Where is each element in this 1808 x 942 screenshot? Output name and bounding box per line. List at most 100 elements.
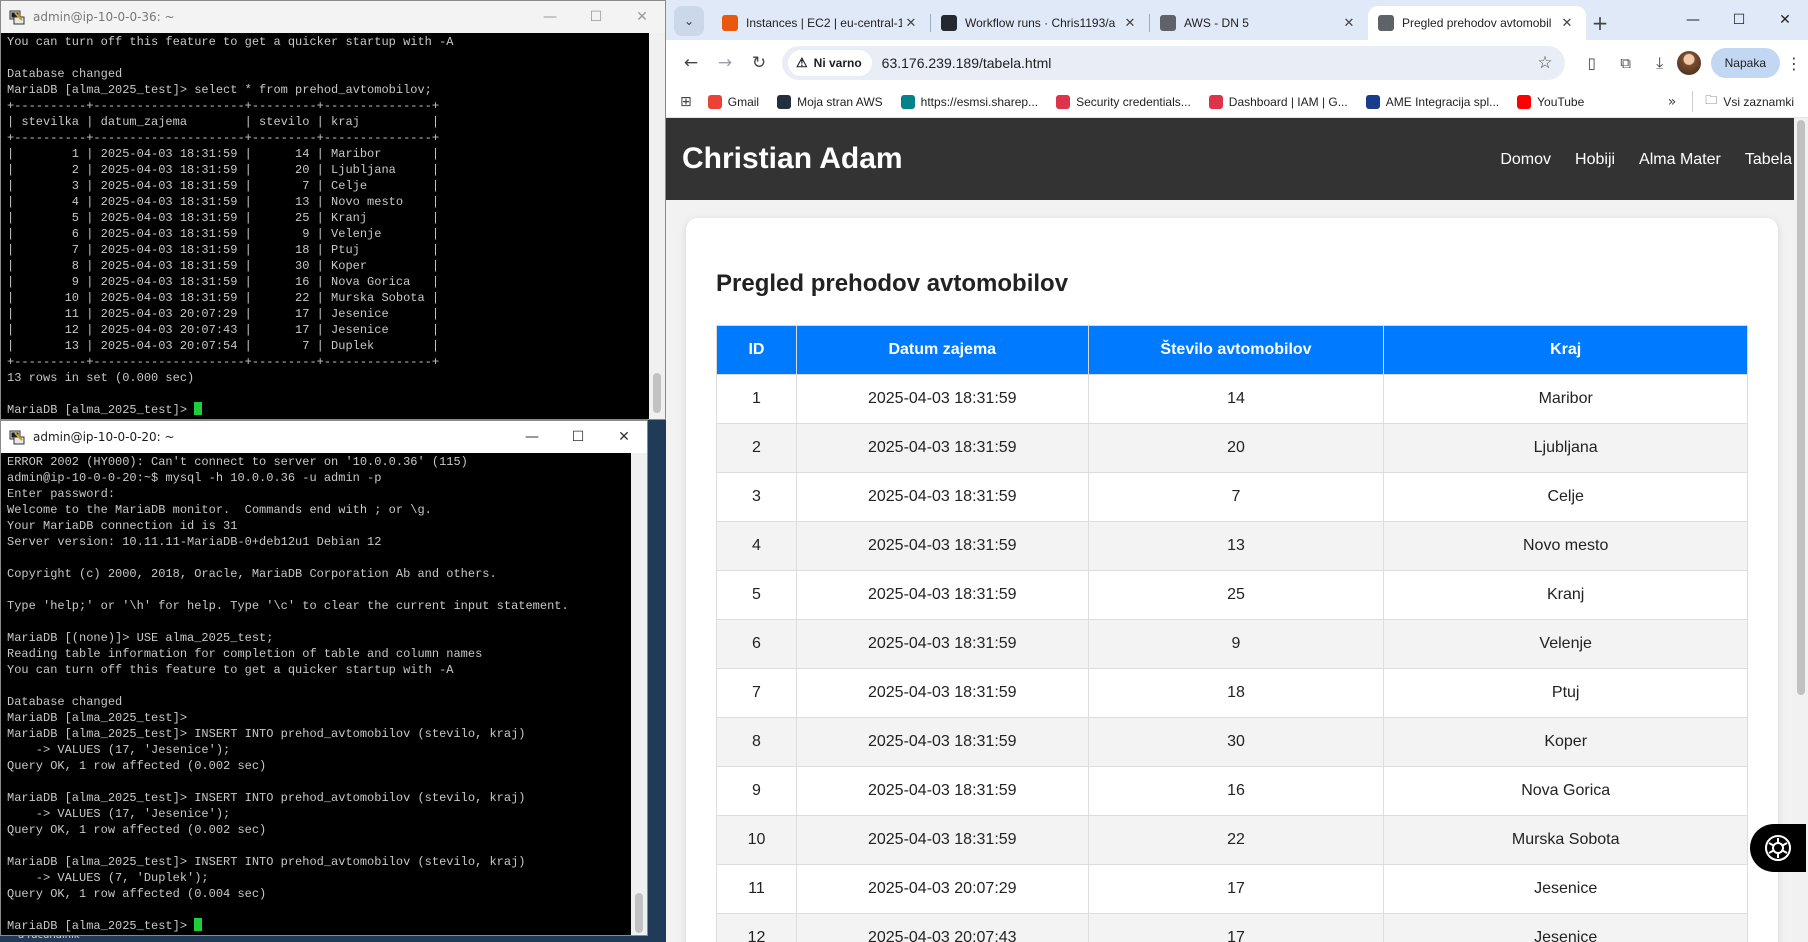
table-row: 11 2025-04-03 20:07:29 17 Jesenice bbox=[716, 864, 1748, 914]
table-cell: Jesenice bbox=[1383, 864, 1748, 914]
nav-link-hobiji[interactable]: Hobiji bbox=[1575, 151, 1615, 168]
table-cell: Maribor bbox=[1383, 374, 1748, 424]
terminal-scrollbar[interactable] bbox=[649, 33, 665, 419]
nav-link-alma-mater[interactable]: Alma Mater bbox=[1639, 151, 1721, 168]
putty-window-top[interactable]: admin@ip-10-0-0-36: ~ — ☐ ✕ You can turn… bbox=[0, 0, 666, 420]
menu-icon[interactable]: ⋮ bbox=[1786, 54, 1802, 73]
tab-close-icon[interactable]: ✕ bbox=[1558, 15, 1576, 31]
address-bar[interactable]: ⚠ Ni varno 63.176.239.189/tabela.html ☆ bbox=[782, 46, 1565, 80]
browser-tab[interactable]: Workflow runs · Chris1193/a ✕ bbox=[931, 6, 1149, 40]
bookmark-item[interactable]: Gmail bbox=[707, 94, 760, 109]
putty-window-bottom[interactable]: admin@ip-10-0-0-20: ~ — ☐ ✕ ERROR 2002 (… bbox=[0, 420, 648, 936]
extensions-icon[interactable]: ⧉ bbox=[1609, 46, 1643, 80]
bookmark-item[interactable]: Security credentials... bbox=[1056, 94, 1191, 109]
site-header: Christian Adam Domov Hobiji Alma Mater Tabe… bbox=[666, 118, 1808, 200]
close-button[interactable]: ✕ bbox=[601, 421, 647, 453]
tab-label: AWS - DN 5 bbox=[1184, 16, 1249, 30]
terminal-text: ERROR 2002 (HY000): Can't connect to ser… bbox=[7, 455, 569, 933]
bookmark-label: Dashboard | IAM | G... bbox=[1228, 94, 1348, 109]
site-title: Christian Adam bbox=[682, 142, 903, 175]
table-cell: 2025-04-03 18:31:59 bbox=[795, 619, 1089, 669]
browser-tab[interactable]: AWS - DN 5 ✕ bbox=[1150, 6, 1368, 40]
bookmark-item[interactable]: YouTube bbox=[1517, 94, 1584, 109]
tab-label: Pregled prehodov avtomobil bbox=[1402, 16, 1552, 30]
close-button[interactable]: ✕ bbox=[1762, 0, 1808, 40]
bookmark-item[interactable]: Moja stran AWS bbox=[777, 94, 883, 109]
browser-tab[interactable]: Pregled prehodov avtomobil ✕ bbox=[1368, 6, 1586, 40]
bookmark-star-icon[interactable]: ☆ bbox=[1537, 53, 1552, 73]
table-cell: Koper bbox=[1383, 717, 1748, 767]
forward-icon[interactable]: → bbox=[708, 46, 742, 80]
terminal-text: You can turn off this feature to get a q… bbox=[7, 35, 454, 417]
minimize-button[interactable]: — bbox=[1670, 0, 1716, 40]
terminal-output[interactable]: ERROR 2002 (HY000): Can't connect to ser… bbox=[1, 453, 631, 935]
table-cell: 30 bbox=[1087, 717, 1385, 767]
table-row: 8 2025-04-03 18:31:59 30 Koper bbox=[716, 717, 1748, 767]
tab-close-icon[interactable]: ✕ bbox=[902, 15, 920, 31]
terminal-output[interactable]: You can turn off this feature to get a q… bbox=[1, 33, 649, 419]
back-icon[interactable]: ← bbox=[674, 46, 708, 80]
table-cell: 14 bbox=[1087, 374, 1385, 424]
security-label: Ni varno bbox=[813, 56, 862, 70]
minimize-button[interactable]: — bbox=[527, 1, 573, 33]
url-text[interactable]: 63.176.239.189/tabela.html bbox=[882, 55, 1538, 71]
new-tab-button[interactable]: + bbox=[1586, 6, 1614, 40]
download-icon[interactable]: ⤓ bbox=[1643, 46, 1677, 80]
profile-error-button[interactable]: Napaka bbox=[1710, 48, 1780, 78]
table-cell: 17 bbox=[1087, 913, 1385, 942]
table-cell: Ljubljana bbox=[1383, 423, 1748, 473]
table-cell: Velenje bbox=[1383, 619, 1748, 669]
page-scrollbar[interactable] bbox=[1794, 118, 1808, 942]
assistant-icon[interactable] bbox=[1750, 824, 1806, 872]
table-row: 12 2025-04-03 20:07:43 17 Jesenice bbox=[716, 913, 1748, 942]
bookmark-item[interactable]: Dashboard | IAM | G... bbox=[1208, 94, 1348, 109]
close-button[interactable]: ✕ bbox=[619, 1, 665, 33]
tab-close-icon[interactable]: ✕ bbox=[1340, 15, 1358, 31]
column-header: Datum zajema bbox=[795, 325, 1089, 375]
column-header: Kraj bbox=[1383, 325, 1748, 375]
table-cell: 2025-04-03 18:31:59 bbox=[795, 668, 1089, 718]
browser-window[interactable]: ⌄ Instances | EC2 | eu-central-1 ✕ Workflo… bbox=[666, 0, 1808, 942]
table-cell: 2025-04-03 18:31:59 bbox=[795, 570, 1089, 620]
table-cell: Ptuj bbox=[1383, 668, 1748, 718]
maximize-button[interactable]: ☐ bbox=[573, 1, 619, 33]
minimize-button[interactable]: — bbox=[509, 421, 555, 453]
security-chip[interactable]: ⚠ Ni varno bbox=[788, 50, 872, 76]
browser-tab[interactable]: Instances | EC2 | eu-central-1 ✕ bbox=[712, 6, 930, 40]
reload-icon[interactable]: ↻ bbox=[742, 46, 776, 80]
tab-close-icon[interactable]: ✕ bbox=[1121, 15, 1139, 31]
putty-titlebar[interactable]: admin@ip-10-0-0-20: ~ — ☐ ✕ bbox=[1, 421, 647, 453]
terminal-scrollbar[interactable] bbox=[631, 453, 647, 935]
table-cell: Nova Gorica bbox=[1383, 766, 1748, 816]
nav-link-domov[interactable]: Domov bbox=[1500, 151, 1551, 168]
github-icon bbox=[941, 15, 957, 31]
warning-icon: ⚠ bbox=[796, 55, 808, 70]
maximize-button[interactable]: ☐ bbox=[1716, 0, 1762, 40]
tab-strip: ⌄ Instances | EC2 | eu-central-1 ✕ Workflo… bbox=[666, 0, 1808, 40]
aws-ec2-icon bbox=[722, 15, 738, 31]
nav-link-tabela[interactable]: Tabela bbox=[1745, 151, 1792, 168]
bookmark-label: Security credentials... bbox=[1076, 94, 1191, 109]
bookmark-item[interactable]: https://esmsi.sharep... bbox=[900, 94, 1038, 109]
more-bookmarks-icon[interactable]: » bbox=[1668, 94, 1677, 110]
bookmark-label: Gmail bbox=[727, 94, 760, 109]
apps-grid-icon[interactable]: ⊞ bbox=[680, 94, 692, 110]
table-row: 2 2025-04-03 18:31:59 20 Ljubljana bbox=[716, 423, 1748, 473]
table-cell: Novo mesto bbox=[1383, 521, 1748, 571]
table-cell: 1 bbox=[716, 374, 797, 424]
tab-search-button[interactable]: ⌄ bbox=[674, 6, 704, 36]
table-cell: 4 bbox=[716, 521, 797, 571]
all-bookmarks[interactable]: 🗀 Vsi zaznamki bbox=[1692, 91, 1794, 112]
reading-mode-icon[interactable]: ▯ bbox=[1575, 46, 1609, 80]
aws-iam-icon bbox=[1208, 94, 1223, 109]
putty-titlebar[interactable]: admin@ip-10-0-0-36: ~ — ☐ ✕ bbox=[1, 1, 665, 33]
aws-iam-icon bbox=[1056, 94, 1071, 109]
sharepoint-icon bbox=[900, 94, 915, 109]
avatar[interactable] bbox=[1676, 51, 1701, 75]
table-cell: 6 bbox=[716, 619, 797, 669]
bookmark-item[interactable]: AME Integracija spl... bbox=[1365, 94, 1499, 109]
maximize-button[interactable]: ☐ bbox=[555, 421, 601, 453]
putty-icon bbox=[9, 429, 25, 445]
all-bookmarks-label: Vsi zaznamki bbox=[1723, 94, 1794, 109]
table-row: 10 2025-04-03 18:31:59 22 Murska Sobota bbox=[716, 815, 1748, 865]
